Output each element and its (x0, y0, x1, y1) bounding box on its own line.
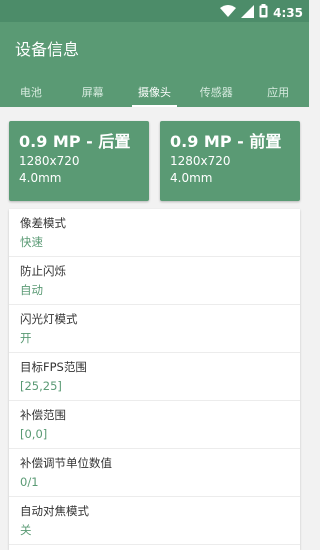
list-item: 补偿调节单位数值 0/1 (9, 449, 300, 497)
list-item: 自动对焦模式 关 (9, 497, 300, 545)
camera-title: 0.9 MP - 前置 (170, 132, 282, 151)
list-item: 防止闪烁 自动 (9, 257, 300, 305)
camera-card-rear[interactable]: 0.9 MP - 后置 1280x720 4.0mm (9, 121, 149, 201)
battery-icon (259, 3, 268, 22)
camera-title: 0.9 MP - 后置 (19, 132, 131, 151)
detail-label: 自动对焦模式 (20, 504, 89, 518)
detail-label: 补偿调节单位数值 (20, 456, 112, 470)
detail-label: 像差模式 (20, 216, 66, 230)
list-item: 补偿范围 [0,0] (9, 401, 300, 449)
status-bar: 4:35 (0, 0, 309, 22)
camera-focal-length: 4.0mm (19, 171, 62, 185)
detail-label: 补偿范围 (20, 408, 66, 422)
status-time: 4:35 (273, 5, 303, 20)
wifi-icon (220, 3, 237, 22)
list-item: 闪光灯模式 开 (9, 305, 300, 353)
detail-value: 自动 (20, 283, 43, 297)
tab-battery[interactable]: 电池 (0, 78, 62, 107)
detail-value: 关 (20, 523, 32, 537)
detail-label: 闪光灯模式 (20, 312, 78, 326)
status-icons: 4:35 (220, 3, 303, 22)
camera-detail-list: 像差模式 快速 防止闪烁 自动 闪光灯模式 开 目标FPS范围 [25,25] … (9, 209, 300, 550)
tab-bar: 电池 屏幕 摄像头 传感器 应用 (0, 78, 309, 107)
detail-value: 开 (20, 331, 32, 345)
detail-label: 目标FPS范围 (20, 360, 87, 374)
detail-value: [25,25] (20, 379, 62, 393)
camera-focal-length: 4.0mm (170, 171, 213, 185)
tab-camera[interactable]: 摄像头 (124, 78, 186, 107)
tab-screen[interactable]: 屏幕 (62, 78, 124, 107)
cell-signal-icon (241, 3, 255, 22)
detail-label: 防止闪烁 (20, 264, 66, 278)
detail-value: [0,0] (20, 427, 48, 441)
detail-value: 0/1 (20, 475, 39, 489)
camera-resolution: 1280x720 (170, 154, 231, 168)
camera-resolution: 1280x720 (19, 154, 80, 168)
app-bar: 设备信息 电池 屏幕 摄像头 传感器 应用 (0, 22, 309, 107)
list-item: 目标FPS范围 [25,25] (9, 353, 300, 401)
app-title: 设备信息 (15, 40, 80, 59)
list-item: 像差模式 快速 (9, 209, 300, 257)
camera-cards: 0.9 MP - 后置 1280x720 4.0mm 0.9 MP - 前置 1… (9, 121, 300, 201)
tab-sensors[interactable]: 传感器 (185, 78, 247, 107)
detail-value: 快速 (20, 235, 43, 249)
tab-apps[interactable]: 应用 (247, 78, 309, 107)
camera-card-front[interactable]: 0.9 MP - 前置 1280x720 4.0mm (160, 121, 300, 201)
